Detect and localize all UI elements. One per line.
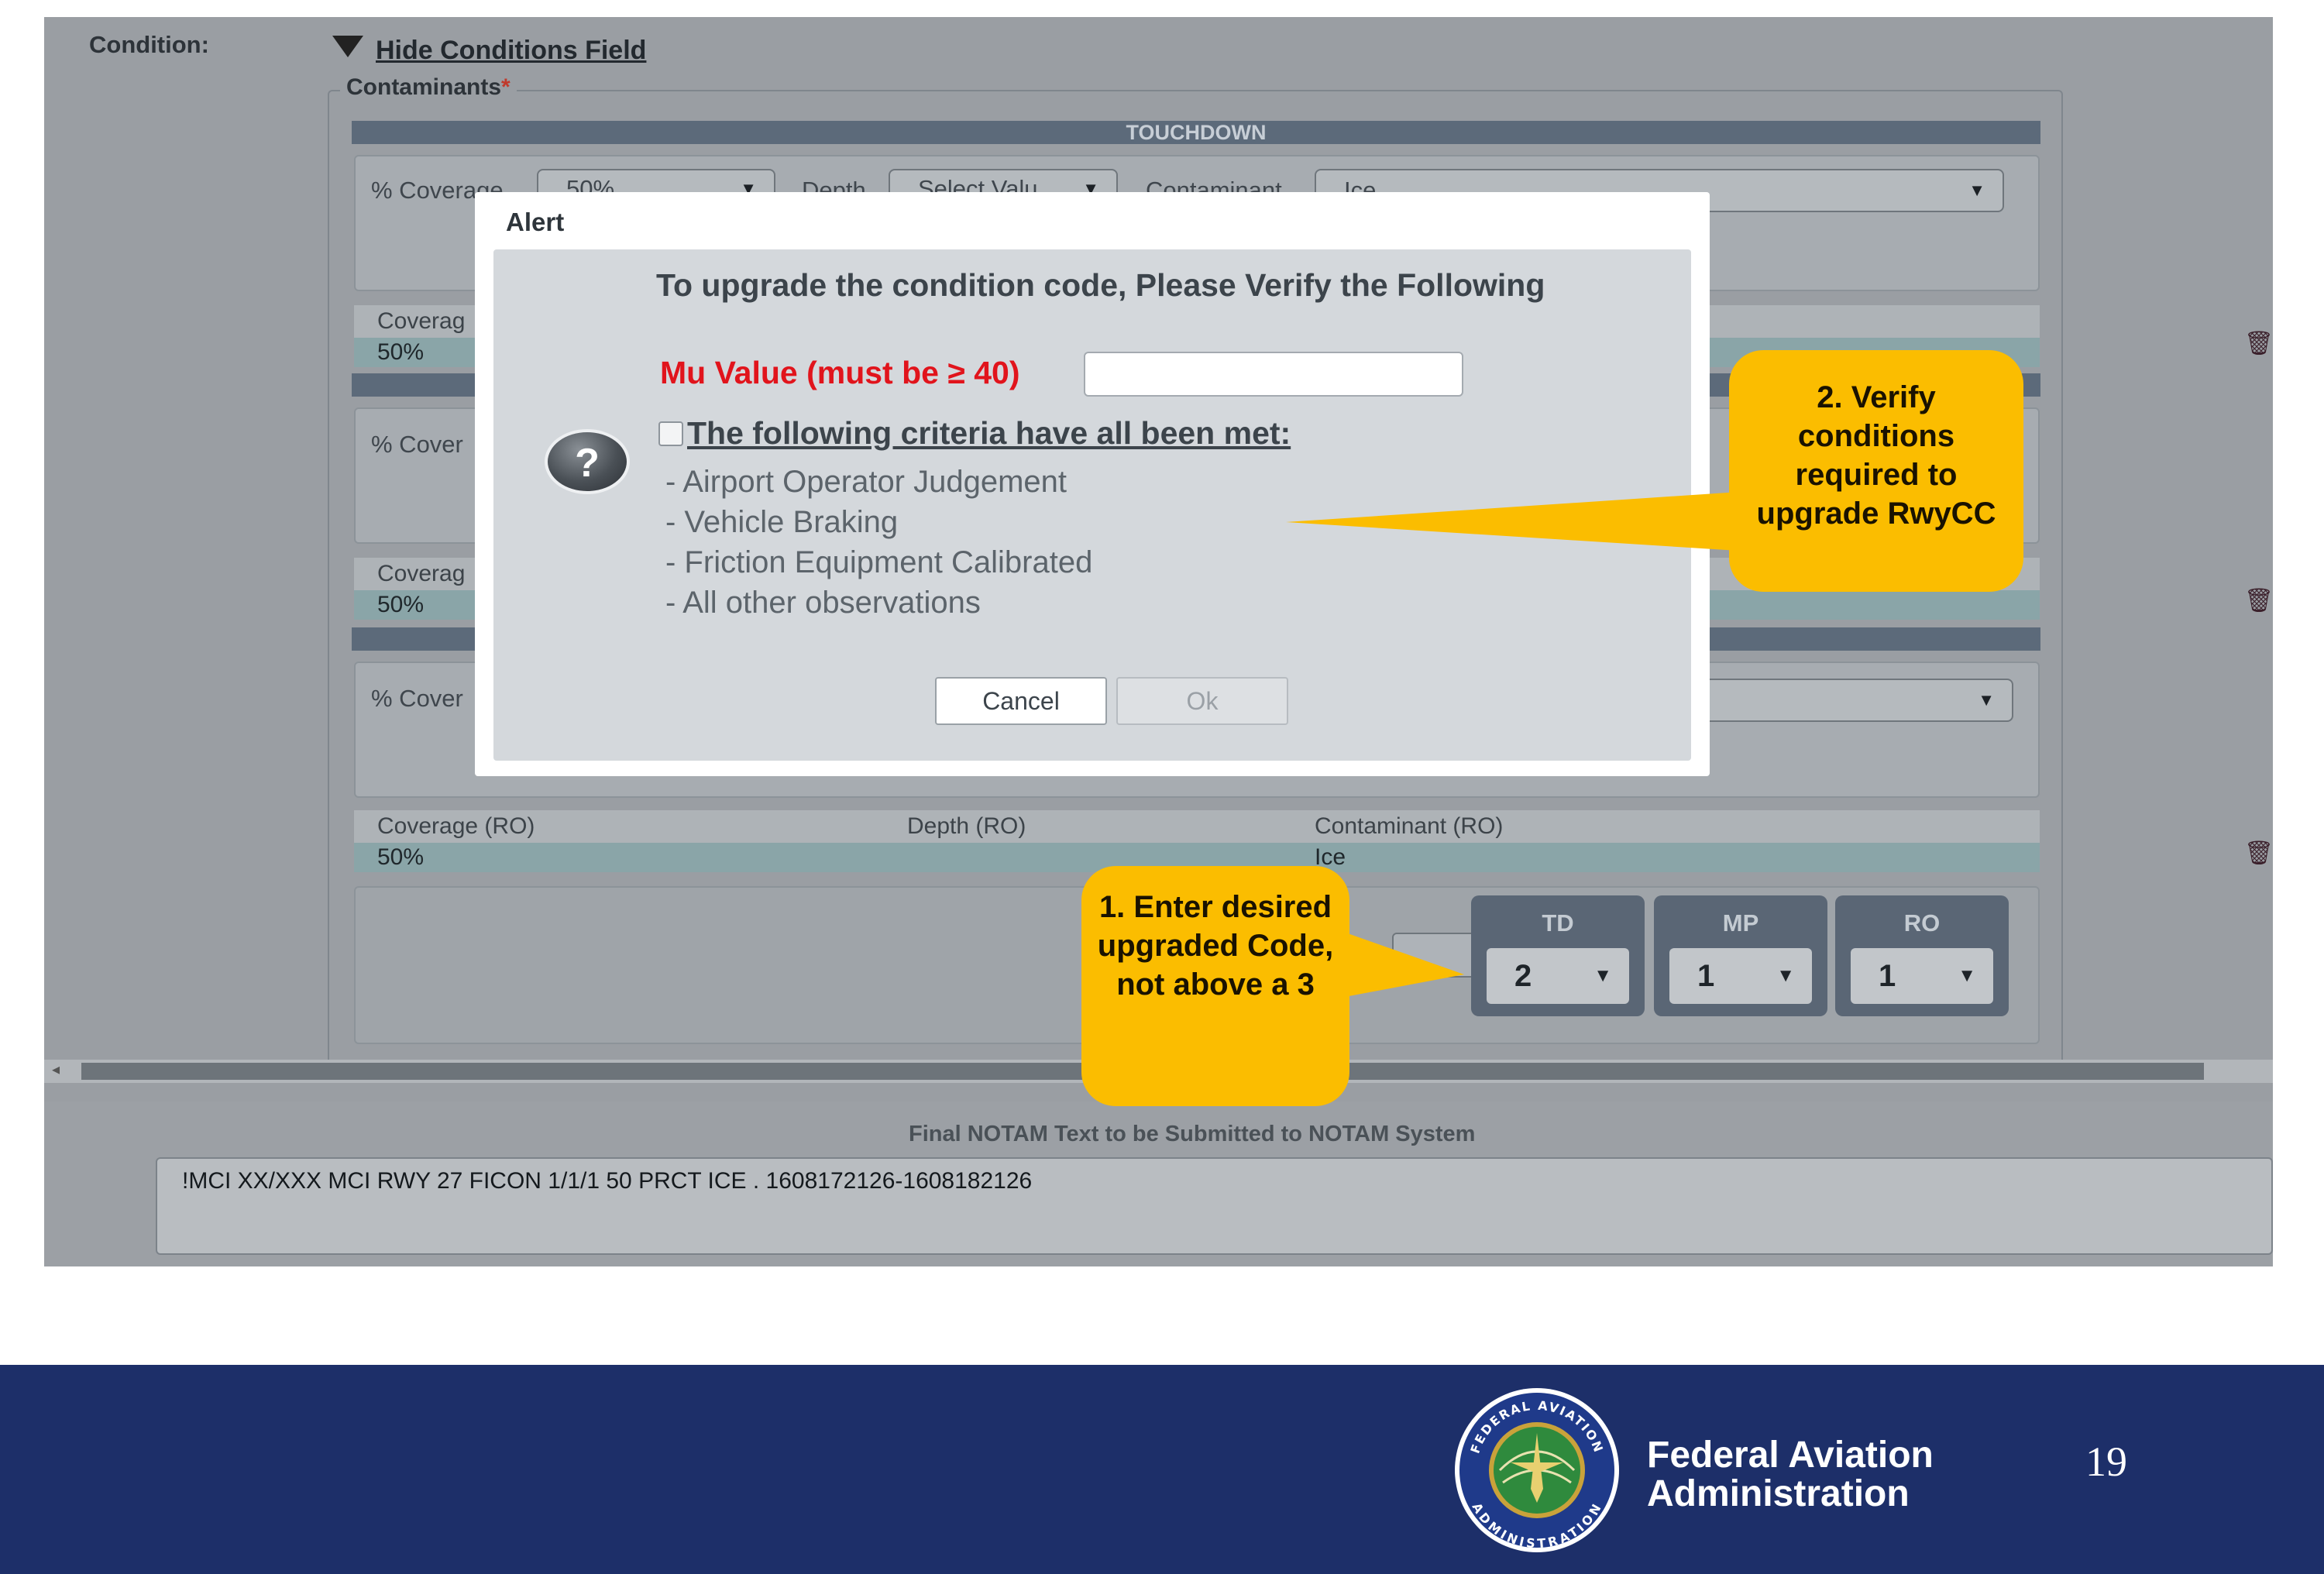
enter-callout-pointer: [1332, 928, 1464, 999]
faa-name: Federal Aviation Administration: [1647, 1436, 1934, 1514]
verify-callout-pointer: [1286, 491, 1751, 552]
slide-footer: FEDERAL AVIATION ADMINISTRATION Federal …: [0, 1365, 2324, 1574]
faa-name-line1: Federal Aviation: [1647, 1435, 1934, 1476]
verify-callout-text: 2. Verify conditions required to upgrade…: [1756, 380, 1996, 531]
page-number: 19: [2085, 1438, 2127, 1485]
callout-pointers: [1286, 491, 1751, 999]
faa-name-line2: Administration: [1647, 1473, 1910, 1514]
faa-seal-icon: FEDERAL AVIATION ADMINISTRATION: [1455, 1388, 1619, 1552]
enter-callout: 1. Enter desired upgraded Code, not abov…: [1081, 866, 1349, 1106]
verify-callout: 2. Verify conditions required to upgrade…: [1729, 350, 2023, 592]
enter-callout-text: 1. Enter desired upgraded Code, not abov…: [1097, 890, 1334, 1002]
